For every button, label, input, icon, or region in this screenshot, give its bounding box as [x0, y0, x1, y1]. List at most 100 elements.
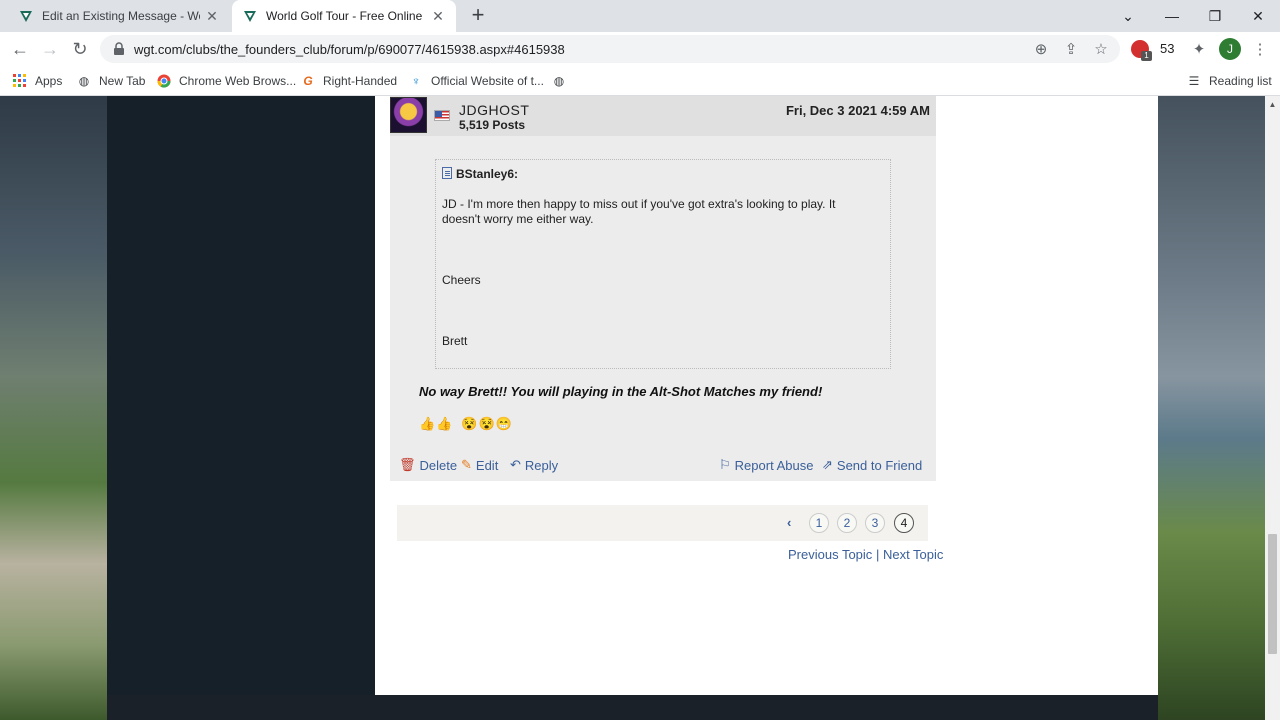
extension-count[interactable]: 53 [1160, 41, 1174, 56]
bookmark-chrome-web-store[interactable]: Chrome Web Brows... [156, 72, 296, 90]
quote-cheers: Cheers [442, 273, 481, 287]
bookmark-label: Apps [35, 74, 63, 88]
bookmark-star-icon[interactable]: ☆ [1092, 40, 1110, 58]
zoom-icon[interactable]: ⊕ [1032, 40, 1050, 58]
post-date: Fri, Dec 3 2021 4:59 AM [785, 103, 930, 118]
share-icon[interactable]: ⇪ [1062, 40, 1080, 58]
shield-icon: ♆ [411, 74, 421, 88]
pagination: ‹ 1 2 3 4 [397, 505, 928, 541]
previous-topic-link[interactable]: Previous Topic [788, 547, 872, 562]
lock-icon [114, 42, 124, 55]
address-bar[interactable]: wgt.com/clubs/the_founders_club/forum/p/… [100, 35, 1120, 63]
globe-icon: ◍ [78, 74, 90, 88]
pencil-icon: ✎ [461, 457, 472, 472]
reply-button[interactable]: ↶ Reply [510, 457, 558, 473]
report-label: Report Abuse [734, 457, 814, 473]
share-box-icon: ⇗ [822, 457, 833, 472]
quote-document-icon [442, 167, 452, 179]
emoji-row: 👍👍 😵😵😁 [419, 416, 513, 432]
url-text: wgt.com/clubs/the_founders_club/forum/p/… [134, 41, 565, 57]
bookmark-right-handed[interactable]: G Right-Handed [300, 72, 397, 90]
bookmarks-bar: Apps ◍ New Tab Chrome Web Brows... G Rig… [0, 66, 1280, 96]
thumbs-up-emoji-icon: 👍👍 [419, 416, 454, 431]
tab-strip: Edit an Existing Message - World ✕ World… [0, 0, 1280, 32]
forum-post: JDGHOST 5,519 Posts Fri, Dec 3 2021 4:59… [390, 96, 936, 481]
tab-edit-message[interactable]: Edit an Existing Message - World ✕ [8, 0, 230, 32]
globe-icon: ◍ [553, 74, 565, 88]
page-button-3[interactable]: 3 [865, 513, 885, 533]
us-flag-icon [434, 110, 450, 121]
reading-list-label: Reading list [1209, 74, 1272, 88]
edit-label: Edit [475, 457, 499, 473]
apps-grid-icon [12, 73, 28, 89]
delete-button[interactable]: 🗑 Delete [399, 457, 457, 473]
quote-author: BStanley6: [456, 167, 519, 181]
page-scrollbar[interactable]: ▲ [1265, 96, 1280, 720]
tab-search-icon[interactable]: ⌄ [1106, 0, 1150, 32]
new-tab-button[interactable]: + [466, 4, 490, 28]
topic-nav-separator: | [875, 547, 880, 562]
forward-arrow-icon[interactable]: → [38, 37, 62, 61]
reading-list-button[interactable]: ☰ Reading list [1186, 72, 1272, 90]
reply-label: Reply [524, 457, 559, 473]
bookmark-official-website[interactable]: ♆ Official Website of t... [408, 72, 544, 90]
delete-label: Delete [419, 457, 458, 473]
tab-title: World Golf Tour - Free Online Go [266, 9, 426, 23]
bookmark-new-tab[interactable]: ◍ New Tab [76, 72, 146, 90]
restore-button[interactable]: ❐ [1193, 0, 1237, 32]
bookmark-apps[interactable]: Apps [12, 72, 62, 90]
quote-text: JD - I'm more then happy to miss out if … [442, 197, 836, 226]
trash-icon: 🗑 [399, 457, 416, 472]
post-count: 5,519 Posts [459, 118, 526, 132]
scroll-up-arrow-icon[interactable]: ▲ [1265, 100, 1280, 109]
page-viewport: JDGHOST 5,519 Posts Fri, Dec 3 2021 4:59… [0, 96, 1265, 720]
bookmark-globe[interactable]: ◍ [551, 72, 574, 90]
quote-signature: Brett [442, 334, 468, 348]
scroll-thumb[interactable] [1268, 534, 1277, 654]
topic-navigation: Previous Topic | Next Topic [788, 547, 943, 562]
reload-icon[interactable]: ↻ [68, 37, 92, 61]
bookmark-label: Official Website of t... [431, 74, 544, 88]
forum-content: JDGHOST 5,519 Posts Fri, Dec 3 2021 4:59… [375, 96, 1158, 695]
g-logo-icon: G [303, 74, 313, 88]
send-to-friend-button[interactable]: ⇗ Send to Friend [822, 457, 922, 473]
background-golf-course-right [1158, 96, 1265, 720]
tab-world-golf-tour[interactable]: World Golf Tour - Free Online Go ✕ [232, 0, 456, 32]
report-abuse-button[interactable]: ⚐ Report Abuse [719, 457, 813, 473]
close-tab-icon[interactable]: ✕ [430, 8, 446, 25]
extension-badge: 1 [1141, 51, 1152, 61]
menu-kebab-icon[interactable]: ⋮ [1251, 40, 1269, 58]
quote-block: BStanley6: JD - I'm more then happy to m… [435, 159, 891, 369]
next-topic-link[interactable]: Next Topic [883, 547, 943, 562]
tab-title: Edit an Existing Message - World [42, 9, 200, 23]
back-arrow-icon[interactable]: ← [8, 37, 32, 61]
face-emoji-icon: 😵😵😁 [461, 416, 513, 431]
reading-list-icon: ☰ [1188, 74, 1200, 88]
chevron-left-icon[interactable]: ‹ [787, 515, 791, 530]
flag-icon: ⚐ [719, 457, 731, 472]
post-actions: 🗑 Delete ✎ Edit ↶ Reply ⚐ Report Abuse ⇗ [390, 456, 936, 476]
page-button-4[interactable]: 4 [894, 513, 914, 533]
footer-strip [107, 695, 1158, 720]
post-author[interactable]: JDGHOST [459, 102, 529, 118]
browser-toolbar: ← → ↻ wgt.com/clubs/the_founders_club/fo… [0, 32, 1280, 66]
extensions-puzzle-icon[interactable]: ✦ [1190, 40, 1208, 58]
bookmark-label: Chrome Web Brows... [179, 74, 297, 88]
bookmark-label: New Tab [99, 74, 146, 88]
page-button-1[interactable]: 1 [809, 513, 829, 533]
edit-button[interactable]: ✎ Edit [461, 457, 498, 473]
club-sidebar [107, 96, 375, 720]
minimize-button[interactable]: — [1150, 0, 1194, 32]
close-tab-icon[interactable]: ✕ [204, 8, 220, 25]
author-avatar[interactable] [390, 97, 427, 133]
close-window-button[interactable]: ✕ [1236, 0, 1280, 32]
chrome-icon [156, 73, 172, 89]
profile-avatar[interactable]: J [1219, 38, 1241, 60]
reply-arrow-icon: ↶ [510, 457, 521, 472]
wgt-favicon-icon [20, 11, 32, 22]
post-header: JDGHOST 5,519 Posts Fri, Dec 3 2021 4:59… [390, 96, 936, 136]
post-body-text: No way Brett!! You will playing in the A… [419, 384, 823, 399]
wgt-favicon-icon [244, 11, 256, 22]
page-button-2[interactable]: 2 [837, 513, 857, 533]
send-label: Send to Friend [836, 457, 923, 473]
